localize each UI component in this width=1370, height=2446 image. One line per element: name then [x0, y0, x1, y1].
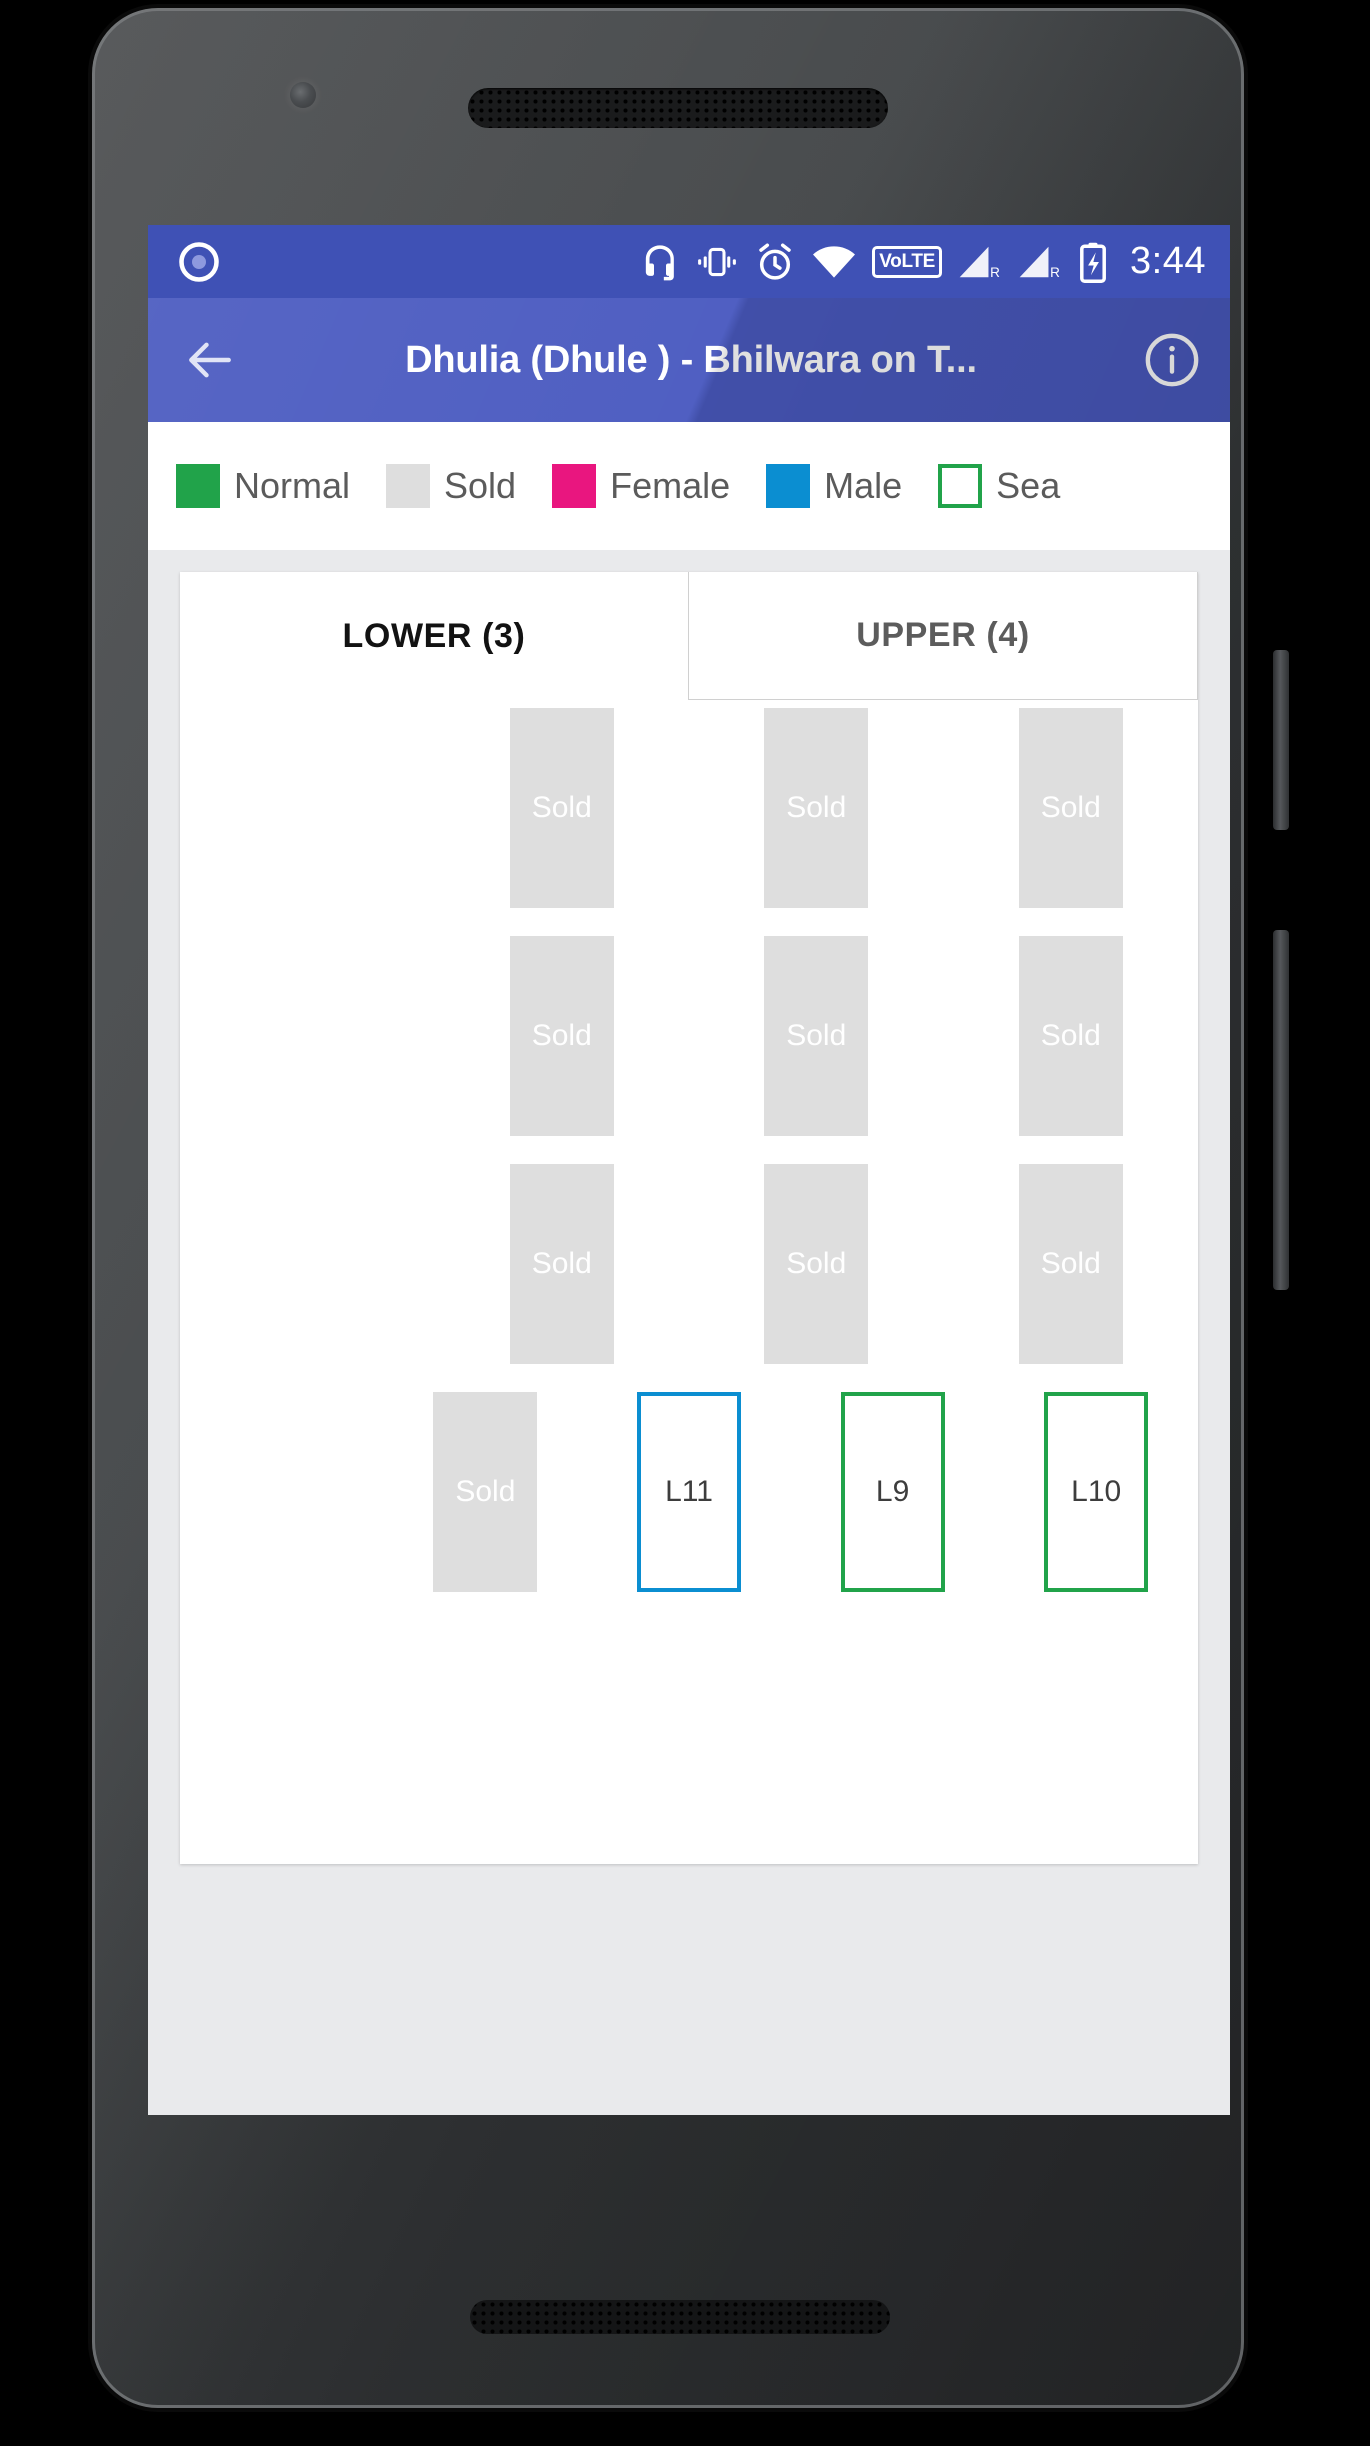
- app-notification-icon: [178, 241, 220, 283]
- seat-row: Sold Sold Sold: [180, 708, 1198, 908]
- seat-sold: Sold: [509, 936, 614, 1136]
- seat-row: Sold Sold Sold: [180, 1164, 1198, 1364]
- legend-item-sold: Sold: [386, 464, 516, 508]
- seat-cell: Sold: [435, 936, 690, 1136]
- earpiece-speaker: [468, 88, 888, 128]
- alarm-icon: [754, 241, 796, 283]
- seat-cell: Sold: [944, 708, 1199, 908]
- seat-layout-card: LOWER (3) UPPER (4) Sold Sold Sold Sold …: [180, 572, 1198, 1864]
- headset-icon: [640, 242, 680, 282]
- seat-cell: [180, 1392, 384, 1592]
- tab-upper[interactable]: UPPER (4): [688, 572, 1198, 700]
- seat-placeholder: [255, 936, 359, 1136]
- seat-sold: Sold: [509, 708, 614, 908]
- seat-cell: L10: [994, 1392, 1198, 1592]
- phone-screen: VoLTE R R 3:44 Dhulia (Dhule) - Bhilwar…: [148, 225, 1230, 2115]
- legend-item-male: Male: [766, 464, 902, 508]
- legend-swatch-female: [552, 464, 597, 508]
- legend-label-normal: Normal: [234, 465, 351, 506]
- page-title: Dhulia (Dhule ) - Bhilwara on T...: [405, 338, 977, 381]
- status-bar: VoLTE R R 3:44: [148, 225, 1230, 298]
- legend-swatch-seat: [938, 464, 983, 508]
- seat-placeholder: [255, 708, 359, 908]
- seat-cell: [180, 936, 435, 1136]
- legend-label-seat: Sea: [996, 465, 1061, 506]
- seat-cell: L11: [587, 1392, 791, 1592]
- seat-sold: Sold: [1018, 708, 1123, 908]
- seat-sold: Sold: [1018, 936, 1123, 1136]
- status-bar-left: [178, 241, 220, 283]
- legend-label-sold: Sold: [444, 465, 517, 506]
- bottom-speaker-grille: [470, 2300, 890, 2334]
- status-bar-right: VoLTE R R 3:44: [640, 240, 1206, 283]
- seat-cell: Sold: [689, 936, 944, 1136]
- seat-sold: Sold: [764, 936, 869, 1136]
- seat-sold: Sold: [764, 1164, 869, 1364]
- deck-tabs: LOWER (3) UPPER (4): [180, 572, 1198, 700]
- svg-text:R: R: [1050, 265, 1060, 280]
- legend-swatch-normal: [176, 464, 220, 508]
- legend-swatch-male: [766, 464, 811, 508]
- wifi-icon: [812, 243, 856, 281]
- legend-item-female: Female: [552, 464, 730, 508]
- seat-cell: Sold: [435, 1164, 690, 1364]
- signal-r2-icon: R: [1018, 243, 1062, 281]
- seat-grid: Sold Sold Sold Sold Sold Sold Sold Sold …: [180, 700, 1198, 1592]
- seat-l9[interactable]: L9: [840, 1392, 945, 1592]
- signal-r1-icon: R: [958, 243, 1002, 281]
- status-bar-clock: 3:44: [1130, 240, 1206, 282]
- seat-l10[interactable]: L10: [1044, 1392, 1149, 1592]
- seat-cell: [180, 708, 435, 908]
- seat-sold: Sold: [433, 1392, 538, 1592]
- seat-cell: Sold: [944, 936, 1199, 1136]
- legend-swatch-sold: [386, 464, 431, 508]
- seat-sold: Sold: [764, 708, 869, 908]
- vibrate-icon: [696, 243, 738, 281]
- seat-row: Sold L11 L9 L10: [180, 1392, 1198, 1592]
- info-icon[interactable]: [1140, 328, 1204, 392]
- seat-l11[interactable]: L11: [636, 1392, 741, 1592]
- seat-row: Sold Sold Sold: [180, 936, 1198, 1136]
- tab-lower[interactable]: LOWER (3): [180, 572, 688, 700]
- volte-icon: VoLTE: [872, 245, 943, 278]
- seat-cell: Sold: [689, 1164, 944, 1364]
- legend-label-female: Female: [610, 465, 731, 506]
- seat-cell: Sold: [689, 708, 944, 908]
- back-button[interactable]: [178, 328, 242, 392]
- seat-placeholder: [255, 1164, 359, 1364]
- power-button[interactable]: [1273, 650, 1289, 830]
- seat-sold: Sold: [509, 1164, 614, 1364]
- svg-text:R: R: [990, 265, 1000, 280]
- seat-cell: L9: [791, 1392, 995, 1592]
- seat-cell: Sold: [384, 1392, 588, 1592]
- legend-label-male: Male: [824, 465, 903, 506]
- seat-cell: Sold: [435, 708, 690, 908]
- front-camera-icon: [290, 82, 316, 108]
- content-area: LOWER (3) UPPER (4) Sold Sold Sold Sold …: [148, 550, 1230, 2115]
- legend-item-seat: Sea: [938, 464, 1060, 508]
- screenshot-root: VoLTE R R 3:44 Dhulia (Dhule) - Bhilwar…: [0, 0, 1370, 2446]
- battery-charging-icon: [1078, 241, 1108, 283]
- app-bar: Dhulia (Dhule ) - Bhilwara on T...: [148, 298, 1230, 422]
- volume-button[interactable]: [1273, 930, 1289, 1290]
- seat-placeholder: [230, 1392, 334, 1592]
- legend-item-normal: Normal: [176, 464, 350, 508]
- seat-cell: [180, 1164, 435, 1364]
- seat-cell: Sold: [944, 1164, 1199, 1364]
- legend-bar: Normal Sold Female Male Sea: [148, 422, 1230, 550]
- seat-sold: Sold: [1018, 1164, 1123, 1364]
